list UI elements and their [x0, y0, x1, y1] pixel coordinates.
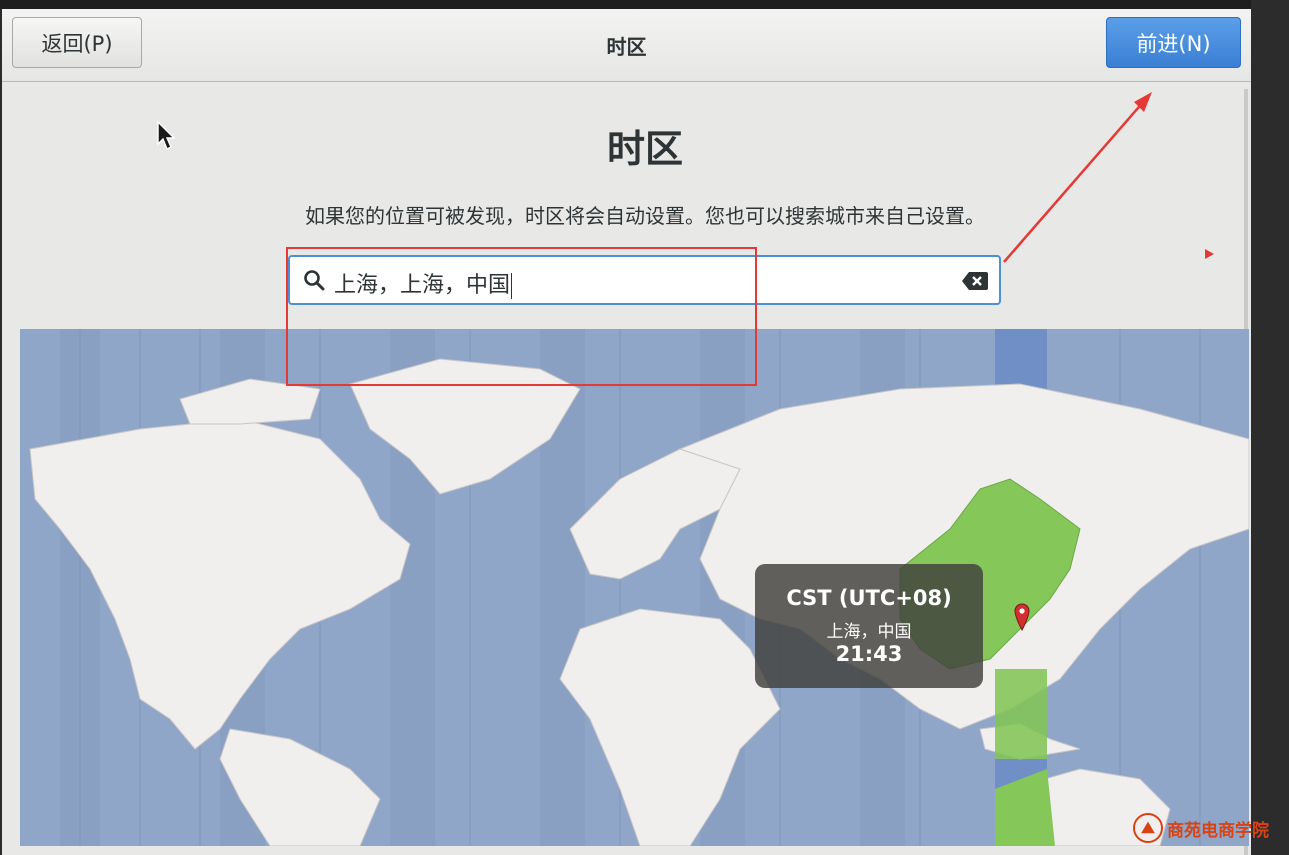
annotation-highlight-box: [286, 247, 757, 386]
landmasses: [29, 358, 1249, 846]
header-title: 时区: [606, 35, 647, 59]
watermark-logo-icon: ⛰: [1133, 813, 1163, 843]
tooltip-place: 上海，中国: [826, 622, 912, 642]
timezone-map[interactable]: [20, 329, 1249, 846]
tooltip-zone: CST (UTC+08): [786, 586, 952, 610]
next-button[interactable]: 前进(N): [1106, 17, 1241, 68]
world-map: [29, 329, 1249, 846]
location-pin-icon: [1014, 603, 1030, 631]
page-title: 时区: [606, 127, 683, 171]
screen-right-edge: [1251, 0, 1289, 855]
selected-zone-south: [995, 669, 1047, 759]
watermark-text: 商苑电商学院: [1167, 820, 1269, 841]
page-subtitle: 如果您的位置可被发现，时区将会自动设置。您也可以搜索城市来自己设置。: [305, 204, 985, 228]
clear-icon[interactable]: [961, 270, 989, 292]
tooltip-time: 21:43: [835, 642, 903, 666]
header-bar: 返回(P) 时区 前进(N): [2, 9, 1251, 82]
watermark: ⛰ 商苑电商学院: [1133, 808, 1289, 848]
screen-top-edge: [0, 0, 1289, 9]
timezone-tooltip: CST (UTC+08) 上海，中国 21:43: [755, 564, 983, 688]
mouse-cursor-icon: [157, 120, 176, 150]
